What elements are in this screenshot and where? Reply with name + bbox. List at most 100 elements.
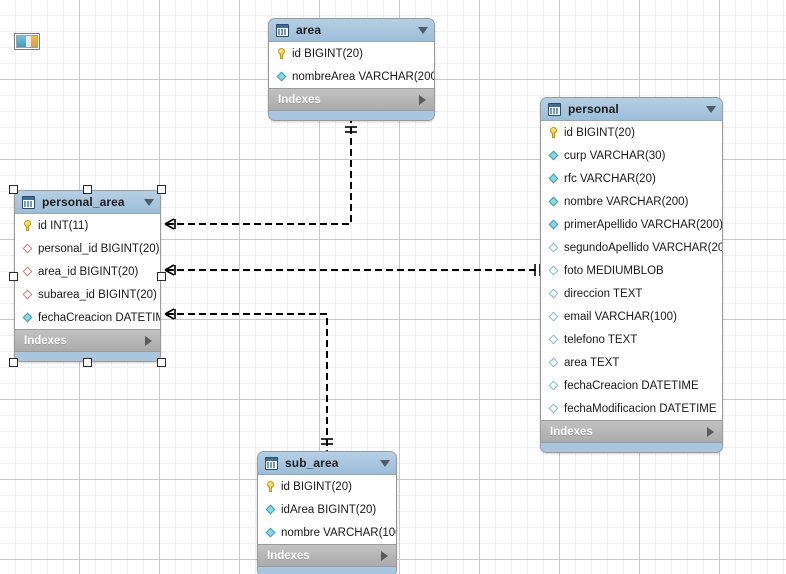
column-label: curp VARCHAR(30) [564,149,666,162]
resize-handle-se[interactable] [157,358,166,367]
crowsfoot-many-rel-personal-area-personal [164,264,176,276]
eer-diagram-canvas[interactable]: area id BIGINT(20) nombreArea VARCHAR(200)… [0,0,786,574]
column-row[interactable]: fechaCreacion DATETIME [15,306,160,329]
column-row[interactable]: nombre VARCHAR(200) [541,190,722,213]
indexes-section-sub_area[interactable]: Indexes [258,545,396,567]
resize-handle-n[interactable] [83,185,92,194]
table-name-label: area [296,23,322,37]
indexes-label: Indexes [550,425,593,438]
column-label: email VARCHAR(100) [564,310,677,323]
column-diamond-icon [546,240,562,256]
indexes-section-personal_area[interactable]: Indexes [15,330,160,352]
column-label: foto MEDIUMBLOB [564,264,664,277]
table-icon [265,456,278,470]
table-header-personal_area[interactable]: personal_area [15,191,160,214]
relationship-rel-personal-area-area[interactable] [166,120,352,225]
table-icon [22,195,35,209]
crowsfoot-many-rel-personal-area-sub-area [164,308,176,320]
column-row[interactable]: id INT(11) [15,214,160,237]
table-figure-area[interactable]: area id BIGINT(20) nombreArea VARCHAR(200)… [268,18,435,121]
resize-handle-sw[interactable] [9,358,18,367]
resize-handle-ne[interactable] [157,185,166,194]
canvas-thumbnail-screen [16,35,38,48]
column-row[interactable]: telefono TEXT [541,328,722,351]
table-header-personal[interactable]: personal [541,98,722,121]
chevron-right-icon[interactable] [145,335,152,346]
primary-key-icon [22,220,33,231]
indexes-label: Indexes [267,549,310,562]
column-row[interactable]: direccion TEXT [541,282,722,305]
table-columns-personal_area: id INT(11) personal_id BIGINT(20) area_id … [15,214,160,330]
table-name-label: personal [568,102,619,116]
column-row[interactable]: nombre VARCHAR(100) [258,521,396,544]
relationship-rel-personal-area-sub-area[interactable] [166,313,328,451]
column-row[interactable]: nombreArea VARCHAR(200) [269,65,434,88]
table-figure-sub_area[interactable]: sub_areaid BIGINT(20) idArea BIGINT(20) no… [257,451,397,574]
canvas-thumbnail-icon [14,33,40,50]
table-footer [541,443,722,452]
table-icon [548,102,561,116]
resize-handle-e[interactable] [157,271,166,281]
column-row[interactable]: subarea_id BIGINT(20) [15,283,160,306]
column-label: area TEXT [564,356,620,369]
column-diamond-icon [274,69,290,85]
resize-handle-w[interactable] [9,271,18,281]
column-diamond-icon [546,194,562,210]
table-box[interactable]: sub_areaid BIGINT(20) idArea BIGINT(20) no… [257,451,397,574]
table-name-label: sub_area [285,456,339,470]
column-label: area_id BIGINT(20) [38,265,139,278]
column-label: id INT(11) [38,219,89,232]
column-row[interactable]: rfc VARCHAR(20) [541,167,722,190]
chevron-down-icon[interactable] [706,105,716,113]
column-label: fechaModificacion DATETIME [564,402,717,415]
column-diamond-icon [546,217,562,233]
column-row[interactable]: primerApellido VARCHAR(200) [541,213,722,236]
chevron-right-icon[interactable] [381,550,388,561]
column-label: id BIGINT(20) [564,126,635,139]
resize-handle-nw[interactable] [9,185,18,194]
column-row[interactable]: curp VARCHAR(30) [541,144,722,167]
table-box[interactable]: personal id BIGINT(20) curp VARCHAR(30) rfc… [540,97,723,453]
table-header-sub_area[interactable]: sub_area [258,452,396,475]
column-row[interactable]: id BIGINT(20) [541,121,722,144]
table-columns-sub_area: id BIGINT(20) idArea BIGINT(20) nombre VAR… [258,475,396,545]
table-box[interactable]: personal_areaid INT(11) personal_id BIGIN… [14,190,161,362]
resize-handle-s[interactable] [83,358,92,367]
column-label: subarea_id BIGINT(20) [38,288,157,301]
primary-key-icon [265,481,276,492]
column-row[interactable]: id BIGINT(20) [258,475,396,498]
table-figure-personal[interactable]: personal id BIGINT(20) curp VARCHAR(30) rfc… [540,97,723,453]
column-row[interactable]: personal_id BIGINT(20) [15,237,160,260]
table-header-area[interactable]: area [269,19,434,42]
column-row[interactable]: area_id BIGINT(20) [15,260,160,283]
table-figure-personal_area[interactable]: personal_areaid INT(11) personal_id BIGIN… [9,185,166,367]
primary-key-icon [276,48,287,59]
chevron-down-icon[interactable] [418,26,428,34]
crowsfoot-many-rel-personal-area-area [164,218,176,230]
column-row[interactable]: idArea BIGINT(20) [258,498,396,521]
chevron-down-icon[interactable] [380,459,390,467]
chevron-right-icon[interactable] [707,426,714,437]
column-label: idArea BIGINT(20) [281,503,377,516]
column-row[interactable]: fechaCreacion DATETIME [541,374,722,397]
table-box[interactable]: area id BIGINT(20) nombreArea VARCHAR(200)… [268,18,435,121]
column-row[interactable]: email VARCHAR(100) [541,305,722,328]
column-diamond-icon [20,310,36,326]
column-row[interactable]: id BIGINT(20) [269,42,434,65]
column-diamond-icon [546,378,562,394]
column-row[interactable]: area TEXT [541,351,722,374]
table-name-label: personal_area [42,195,125,209]
table-footer [269,111,434,120]
column-row[interactable]: foto MEDIUMBLOB [541,259,722,282]
column-diamond-icon [546,355,562,371]
column-row[interactable]: fechaModificacion DATETIME [541,397,722,420]
column-label: telefono TEXT [564,333,638,346]
chevron-right-icon[interactable] [419,94,426,105]
column-diamond-icon [546,263,562,279]
column-row[interactable]: segundoApellido VARCHAR(200) [541,236,722,259]
indexes-section-personal[interactable]: Indexes [541,421,722,443]
chevron-down-icon[interactable] [144,198,154,206]
table-footer [258,567,396,574]
foreign-key-icon [20,264,36,280]
indexes-section-area[interactable]: Indexes [269,89,434,111]
